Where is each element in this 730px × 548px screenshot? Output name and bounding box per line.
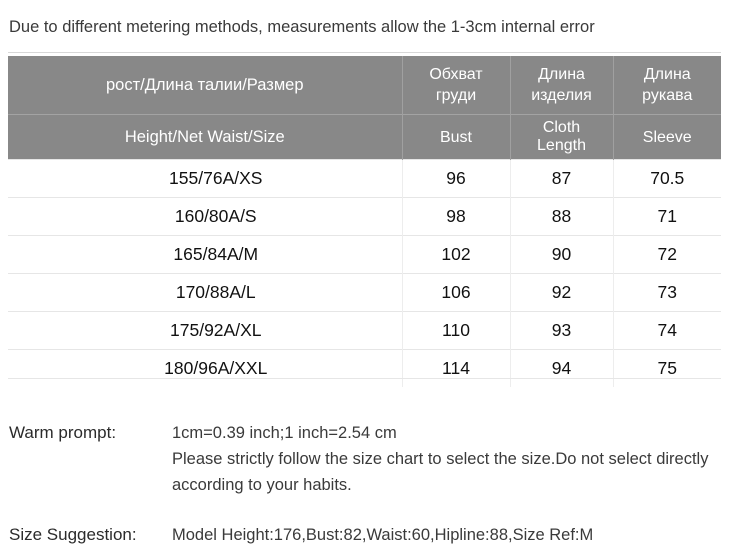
cell-size: 165/84A/M [8,235,403,274]
cell-cloth-length: 90 [510,235,614,274]
cell-sleeve: 70.5 [613,159,721,198]
cell-sleeve: 73 [613,273,721,312]
table-bottom-divider [8,378,721,379]
size-chart-table: рост/Длина талии/Размер Обхват груди Дли… [8,56,721,387]
header-cloth-length-en: Cloth Length [510,114,614,160]
cell-cloth-length: 87 [510,159,614,198]
cell-bust: 106 [402,273,511,312]
cell-size: 170/88A/L [8,273,403,312]
size-suggestion-label: Size Suggestion: [9,525,137,544]
header-sleeve-en: Sleeve [613,114,721,160]
cell-sleeve: 72 [613,235,721,274]
cell-cloth-length: 93 [510,311,614,350]
cell-size: 155/76A/XS [8,159,403,198]
table-row: 165/84A/M 102 90 72 [8,235,721,274]
table-row: 170/88A/L 106 92 73 [8,273,721,312]
table-header-row-english: Height/Net Waist/Size Bust Cloth Length … [8,114,721,160]
intro-divider [8,52,721,53]
header-size-en: Height/Net Waist/Size [8,114,403,160]
cell-cloth-length: 88 [510,197,614,236]
cell-bust: 114 [402,349,511,387]
size-suggestion-value: Model Height:176,Bust:82,Waist:60,Hiplin… [172,526,594,544]
table-row: 160/80A/S 98 88 71 [8,197,721,236]
cell-size: 180/96A/XXL [8,349,403,387]
cell-size: 175/92A/XL [8,311,403,350]
selection-advice-text: Please strictly follow the size chart to… [172,450,709,494]
warm-prompt-label: Warm prompt: [9,423,117,442]
size-suggestion-block: Size Suggestion: Model Height:176,Bust:8… [0,522,730,548]
header-cloth-length-ru: Длина изделия [510,56,614,115]
table-row: 175/92A/XL 110 93 74 [8,311,721,350]
cell-bust: 96 [402,159,511,198]
table-row: 155/76A/XS 96 87 70.5 [8,159,721,198]
warm-prompt-block: Warm prompt: 1cm=0.39 inch;1 inch=2.54 c… [0,420,730,498]
header-bust-en: Bust [402,114,511,160]
cell-bust: 110 [402,311,511,350]
header-size-ru: рост/Длина талии/Размер [8,56,403,115]
warm-prompt-body: 1cm=0.39 inch;1 inch=2.54 cm Please stri… [172,420,730,498]
cell-sleeve: 74 [613,311,721,350]
cell-cloth-length: 92 [510,273,614,312]
cell-cloth-length: 94 [510,349,614,387]
footer-notes: Warm prompt: 1cm=0.39 inch;1 inch=2.54 c… [0,420,730,548]
header-sleeve-ru: Длина рукава [613,56,721,115]
metering-disclaimer-text: Due to different metering methods, measu… [9,18,595,36]
cell-size: 160/80A/S [8,197,403,236]
conversion-text: 1cm=0.39 inch;1 inch=2.54 cm [172,424,397,442]
header-bust-ru: Обхват груди [402,56,511,115]
cell-sleeve: 71 [613,197,721,236]
cell-bust: 98 [402,197,511,236]
table-header-row-russian: рост/Длина талии/Размер Обхват груди Дли… [8,56,721,115]
table-row: 180/96A/XXL 114 94 75 [8,349,721,387]
cell-bust: 102 [402,235,511,274]
cell-sleeve: 75 [613,349,721,387]
